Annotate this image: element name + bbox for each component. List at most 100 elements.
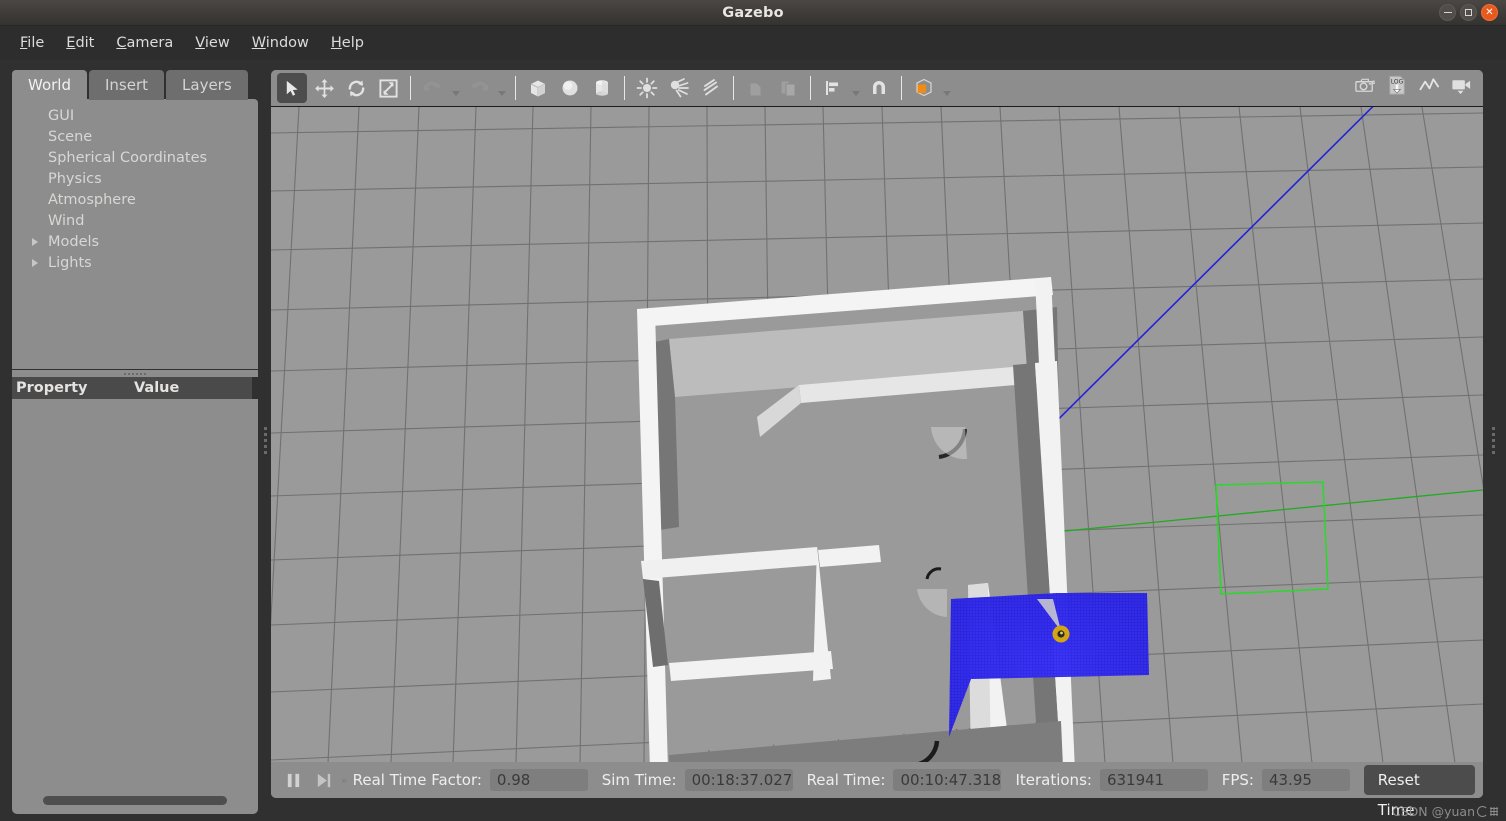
expand-arrow-icon bbox=[30, 131, 42, 143]
insert-point-light-button[interactable] bbox=[632, 73, 662, 103]
menu-camera-rest: amera bbox=[126, 35, 174, 51]
main-toolbar: LOG bbox=[271, 70, 1483, 106]
copy-button[interactable] bbox=[741, 73, 771, 103]
panel-vertical-splitter[interactable] bbox=[12, 370, 258, 377]
svg-text:LOG: LOG bbox=[1390, 78, 1403, 85]
redo-button[interactable] bbox=[464, 73, 494, 103]
window-title: Gazebo bbox=[722, 5, 784, 21]
tree-item-label: Spherical Coordinates bbox=[48, 149, 208, 166]
insert-box-button[interactable] bbox=[523, 73, 553, 103]
main-area: LOG » Real Time Factor: 0.98 Sim Time: 0… bbox=[271, 70, 1483, 819]
watermark-text: CSDN @yuan bbox=[1391, 804, 1475, 819]
log-record-button[interactable]: LOG bbox=[1382, 70, 1412, 100]
undo-button[interactable] bbox=[418, 73, 448, 103]
tree-item-physics[interactable]: Physics bbox=[12, 168, 258, 189]
expand-arrow-icon bbox=[30, 215, 42, 227]
right-splitter-handle[interactable] bbox=[1488, 395, 1498, 485]
insert-sphere-button[interactable] bbox=[555, 73, 585, 103]
tab-insert[interactable]: Insert bbox=[89, 70, 165, 100]
expand-arrow-icon bbox=[30, 194, 42, 206]
watermark-ring-icon bbox=[1477, 806, 1488, 817]
property-table-header: Property Value bbox=[12, 377, 252, 399]
menu-edit[interactable]: Edit bbox=[56, 31, 104, 55]
toolbar-separator bbox=[624, 76, 625, 100]
plot-button[interactable] bbox=[1414, 70, 1444, 100]
robot-marker-center bbox=[1060, 631, 1063, 635]
tree-item-models[interactable]: Models bbox=[12, 231, 258, 252]
menu-camera[interactable]: Camera bbox=[106, 31, 183, 55]
align-button[interactable] bbox=[818, 73, 848, 103]
maximize-button[interactable] bbox=[1460, 4, 1477, 21]
menu-camera-mnemonic: C bbox=[116, 35, 127, 51]
toolbar-separator bbox=[733, 76, 734, 100]
viewport-scene bbox=[271, 107, 1483, 762]
tree-item-label: Wind bbox=[48, 212, 85, 229]
tree-item-label: Scene bbox=[48, 128, 93, 145]
iterations-label: Iterations: bbox=[1015, 771, 1092, 789]
undo-dropdown-caret-icon[interactable] bbox=[449, 73, 463, 103]
minimize-button[interactable] bbox=[1439, 4, 1456, 21]
tree-item-label: Lights bbox=[48, 254, 92, 271]
align-dropdown-caret-icon[interactable] bbox=[849, 73, 863, 103]
reset-time-button[interactable]: Reset Time bbox=[1363, 765, 1475, 819]
real-time-factor-value: 0.98 bbox=[489, 769, 588, 791]
menu-window-rest: indow bbox=[265, 35, 309, 51]
menu-view-rest: iew bbox=[204, 35, 230, 51]
paste-button[interactable] bbox=[773, 73, 803, 103]
scrollbar-thumb[interactable] bbox=[43, 795, 227, 805]
snap-button[interactable] bbox=[864, 73, 894, 103]
tree-item-wind[interactable]: Wind bbox=[12, 210, 258, 231]
left-splitter-handle[interactable] bbox=[260, 395, 270, 485]
insert-spot-light-button[interactable] bbox=[664, 73, 694, 103]
statusbar-expander[interactable]: » bbox=[341, 774, 348, 787]
expand-arrow-icon bbox=[30, 152, 42, 164]
scale-mode-button[interactable] bbox=[373, 73, 403, 103]
tree-item-label: GUI bbox=[48, 107, 75, 124]
menu-window[interactable]: Window bbox=[242, 31, 319, 55]
expand-arrow-icon[interactable] bbox=[30, 257, 42, 269]
expand-arrow-icon bbox=[30, 173, 42, 185]
tree-item-atmosphere[interactable]: Atmosphere bbox=[12, 189, 258, 210]
video-record-button[interactable] bbox=[1446, 70, 1476, 100]
tree-item-lights[interactable]: Lights bbox=[12, 252, 258, 273]
real-time-factor-label: Real Time Factor: bbox=[352, 771, 482, 789]
view-angle-button[interactable] bbox=[909, 73, 939, 103]
expand-arrow-icon[interactable] bbox=[30, 236, 42, 248]
tree-item-gui[interactable]: GUI bbox=[12, 105, 258, 126]
left-panel-horizontal-scrollbar[interactable] bbox=[12, 786, 258, 814]
window-controls: ✕ bbox=[1439, 4, 1498, 21]
toolbar-separator bbox=[515, 76, 516, 100]
tab-layers[interactable]: Layers bbox=[166, 70, 248, 100]
redo-dropdown-caret-icon[interactable] bbox=[495, 73, 509, 103]
value-column-header: Value bbox=[134, 380, 180, 396]
step-button[interactable] bbox=[309, 766, 339, 794]
menu-help[interactable]: Help bbox=[321, 31, 374, 55]
screenshot-button[interactable] bbox=[1350, 70, 1380, 100]
close-button[interactable]: ✕ bbox=[1481, 4, 1498, 21]
toolbar-right-group: LOG bbox=[1349, 70, 1477, 100]
tree-item-label: Physics bbox=[48, 170, 102, 187]
scene-root bbox=[271, 107, 1483, 762]
building-model bbox=[637, 277, 1079, 762]
menu-file-rest: ile bbox=[27, 35, 45, 51]
menu-help-mnemonic: H bbox=[330, 35, 342, 51]
pause-button[interactable] bbox=[279, 766, 309, 794]
select-mode-button[interactable] bbox=[277, 73, 307, 103]
toolbar-separator bbox=[410, 76, 411, 100]
tree-item-scene[interactable]: Scene bbox=[12, 126, 258, 147]
insert-cylinder-button[interactable] bbox=[587, 73, 617, 103]
property-column-header: Property bbox=[16, 380, 88, 396]
tree-item-spherical-coordinates[interactable]: Spherical Coordinates bbox=[12, 147, 258, 168]
menu-file[interactable]: File bbox=[10, 31, 54, 55]
menu-view[interactable]: View bbox=[185, 31, 239, 55]
view-angle-dropdown-caret-icon[interactable] bbox=[940, 73, 954, 103]
fps-value: 43.95 bbox=[1261, 769, 1350, 791]
watermark-dots-icon bbox=[1490, 807, 1498, 816]
translate-mode-button[interactable] bbox=[309, 73, 339, 103]
tab-world[interactable]: World bbox=[12, 70, 87, 100]
tree-item-label: Models bbox=[48, 233, 100, 250]
rotate-mode-button[interactable] bbox=[341, 73, 371, 103]
gazebo-3d-viewport[interactable] bbox=[271, 106, 1483, 762]
toolbar-separator bbox=[901, 76, 902, 100]
insert-directional-light-button[interactable] bbox=[696, 73, 726, 103]
